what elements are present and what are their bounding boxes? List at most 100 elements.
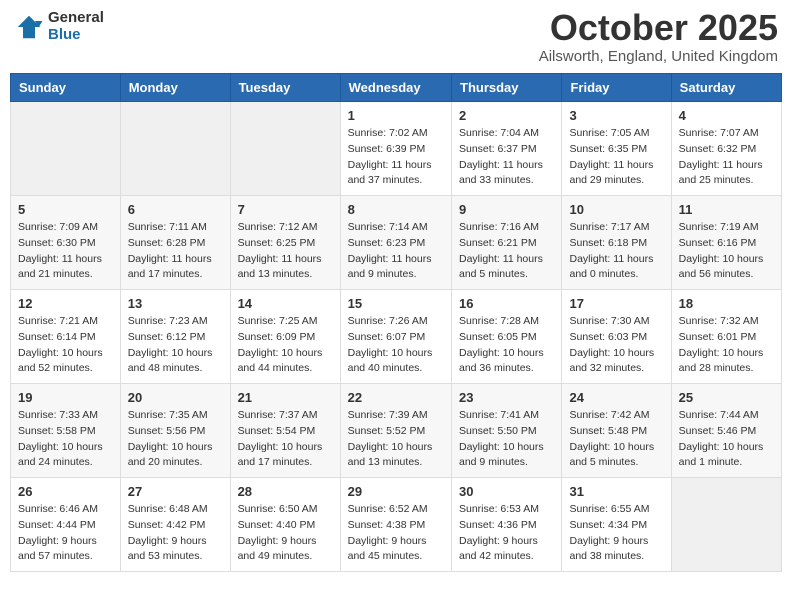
day-info: Sunrise: 7:42 AM Sunset: 5:48 PM Dayligh… xyxy=(569,408,663,471)
day-info: Sunrise: 6:48 AM Sunset: 4:42 PM Dayligh… xyxy=(128,502,223,565)
logo-text: General Blue xyxy=(48,10,104,43)
calendar-cell: 12Sunrise: 7:21 AM Sunset: 6:14 PM Dayli… xyxy=(11,290,121,384)
day-info: Sunrise: 7:32 AM Sunset: 6:01 PM Dayligh… xyxy=(679,314,774,377)
calendar-cell: 30 Sunrise: 6:53 AM Sunset: 4:36 PM Dayli… xyxy=(452,478,562,572)
calendar-cell: 29Sunrise: 6:52 AM Sunset: 4:38 PM Dayli… xyxy=(340,478,451,572)
day-info: Sunrise: 7:12 AM Sunset: 6:25 PM Dayligh… xyxy=(238,220,333,283)
day-info: Sunrise: 7:39 AM Sunset: 5:52 PM Dayligh… xyxy=(348,408,444,471)
calendar-cell: 3 Sunrise: 7:05 AM Sunset: 6:35 PM Daylig… xyxy=(562,102,671,196)
calendar-cell: 8Sunrise: 7:14 AM Sunset: 6:23 PM Daylig… xyxy=(340,196,451,290)
page-header: General Blue October 2025 Ailsworth, Eng… xyxy=(10,10,782,65)
day-number: 13 xyxy=(128,296,223,311)
day-info: Sunrise: 7:26 AM Sunset: 6:07 PM Dayligh… xyxy=(348,314,444,377)
day-info: Sunrise: 7:37 AM Sunset: 5:54 PM Dayligh… xyxy=(238,408,333,471)
day-info: Sunrise: 7:16 AM Sunset: 6:21 PM Dayligh… xyxy=(459,220,554,283)
calendar-header-row: SundayMondayTuesdayWednesdayThursdayFrid… xyxy=(11,74,782,102)
day-number: 11 xyxy=(679,202,774,217)
header-saturday: Saturday xyxy=(671,74,781,102)
calendar-cell: 10Sunrise: 7:17 AM Sunset: 6:18 PM Dayli… xyxy=(562,196,671,290)
day-number: 5 xyxy=(18,202,113,217)
day-info: Sunrise: 7:11 AM Sunset: 6:28 PM Dayligh… xyxy=(128,220,223,283)
day-info: Sunrise: 7:35 AM Sunset: 5:56 PM Dayligh… xyxy=(128,408,223,471)
calendar-cell: 15 Sunrise: 7:26 AM Sunset: 6:07 PM Dayli… xyxy=(340,290,451,384)
day-number: 4 xyxy=(679,108,774,123)
calendar-cell xyxy=(120,102,230,196)
day-number: 15 xyxy=(348,296,444,311)
calendar-cell: 7 Sunrise: 7:12 AM Sunset: 6:25 PM Daylig… xyxy=(230,196,340,290)
day-info: Sunrise: 7:21 AM Sunset: 6:14 PM Dayligh… xyxy=(18,314,113,377)
day-number: 28 xyxy=(238,484,333,499)
day-number: 29 xyxy=(348,484,444,499)
day-number: 7 xyxy=(238,202,333,217)
day-number: 19 xyxy=(18,390,113,405)
day-info: Sunrise: 7:07 AM Sunset: 6:32 PM Dayligh… xyxy=(679,126,774,189)
calendar-cell: 31 Sunrise: 6:55 AM Sunset: 4:34 PM Dayli… xyxy=(562,478,671,572)
calendar-cell xyxy=(11,102,121,196)
day-number: 2 xyxy=(459,108,554,123)
day-info: Sunrise: 7:04 AM Sunset: 6:37 PM Dayligh… xyxy=(459,126,554,189)
calendar-week-4: 26 Sunrise: 6:46 AM Sunset: 4:44 PM Dayli… xyxy=(11,478,782,572)
day-info: Sunrise: 7:28 AM Sunset: 6:05 PM Dayligh… xyxy=(459,314,554,377)
day-number: 6 xyxy=(128,202,223,217)
day-number: 22 xyxy=(348,390,444,405)
logo-general-text: General xyxy=(48,10,104,27)
day-info: Sunrise: 7:09 AM Sunset: 6:30 PM Dayligh… xyxy=(18,220,113,283)
day-number: 30 xyxy=(459,484,554,499)
day-info: Sunrise: 7:44 AM Sunset: 5:46 PM Dayligh… xyxy=(679,408,774,471)
day-info: Sunrise: 7:23 AM Sunset: 6:12 PM Dayligh… xyxy=(128,314,223,377)
header-tuesday: Tuesday xyxy=(230,74,340,102)
day-info: Sunrise: 7:02 AM Sunset: 6:39 PM Dayligh… xyxy=(348,126,444,189)
day-info: Sunrise: 7:25 AM Sunset: 6:09 PM Dayligh… xyxy=(238,314,333,377)
day-number: 3 xyxy=(569,108,663,123)
calendar-cell: 2 Sunrise: 7:04 AM Sunset: 6:37 PM Daylig… xyxy=(452,102,562,196)
calendar-cell: 18Sunrise: 7:32 AM Sunset: 6:01 PM Dayli… xyxy=(671,290,781,384)
location: Ailsworth, England, United Kingdom xyxy=(539,48,778,65)
day-info: Sunrise: 6:55 AM Sunset: 4:34 PM Dayligh… xyxy=(569,502,663,565)
month-title: October 2025 xyxy=(539,10,778,46)
calendar-week-0: 1 Sunrise: 7:02 AM Sunset: 6:39 PM Daylig… xyxy=(11,102,782,196)
day-info: Sunrise: 7:30 AM Sunset: 6:03 PM Dayligh… xyxy=(569,314,663,377)
header-sunday: Sunday xyxy=(11,74,121,102)
calendar-week-1: 5 Sunrise: 7:09 AM Sunset: 6:30 PM Daylig… xyxy=(11,196,782,290)
calendar-cell: 17 Sunrise: 7:30 AM Sunset: 6:03 PM Dayli… xyxy=(562,290,671,384)
day-number: 9 xyxy=(459,202,554,217)
title-section: October 2025 Ailsworth, England, United … xyxy=(539,10,778,65)
calendar-cell xyxy=(230,102,340,196)
day-number: 25 xyxy=(679,390,774,405)
day-number: 27 xyxy=(128,484,223,499)
day-number: 24 xyxy=(569,390,663,405)
calendar-cell xyxy=(671,478,781,572)
day-info: Sunrise: 6:53 AM Sunset: 4:36 PM Dayligh… xyxy=(459,502,554,565)
calendar-cell: 1 Sunrise: 7:02 AM Sunset: 6:39 PM Daylig… xyxy=(340,102,451,196)
calendar-cell: 24 Sunrise: 7:42 AM Sunset: 5:48 PM Dayli… xyxy=(562,384,671,478)
day-info: Sunrise: 6:46 AM Sunset: 4:44 PM Dayligh… xyxy=(18,502,113,565)
day-number: 14 xyxy=(238,296,333,311)
day-number: 26 xyxy=(18,484,113,499)
day-number: 1 xyxy=(348,108,444,123)
calendar-cell: 11 Sunrise: 7:19 AM Sunset: 6:16 PM Dayli… xyxy=(671,196,781,290)
day-number: 17 xyxy=(569,296,663,311)
day-info: Sunrise: 7:19 AM Sunset: 6:16 PM Dayligh… xyxy=(679,220,774,283)
header-monday: Monday xyxy=(120,74,230,102)
day-number: 23 xyxy=(459,390,554,405)
calendar-cell: 22 Sunrise: 7:39 AM Sunset: 5:52 PM Dayli… xyxy=(340,384,451,478)
day-info: Sunrise: 7:05 AM Sunset: 6:35 PM Dayligh… xyxy=(569,126,663,189)
calendar-cell: 5 Sunrise: 7:09 AM Sunset: 6:30 PM Daylig… xyxy=(11,196,121,290)
header-wednesday: Wednesday xyxy=(340,74,451,102)
day-number: 31 xyxy=(569,484,663,499)
day-number: 16 xyxy=(459,296,554,311)
calendar-cell: 14 Sunrise: 7:25 AM Sunset: 6:09 PM Dayli… xyxy=(230,290,340,384)
calendar-cell: 4 Sunrise: 7:07 AM Sunset: 6:32 PM Daylig… xyxy=(671,102,781,196)
calendar-cell: 13 Sunrise: 7:23 AM Sunset: 6:12 PM Dayli… xyxy=(120,290,230,384)
day-number: 21 xyxy=(238,390,333,405)
day-number: 20 xyxy=(128,390,223,405)
calendar-cell: 19 Sunrise: 7:33 AM Sunset: 5:58 PM Dayli… xyxy=(11,384,121,478)
day-number: 10 xyxy=(569,202,663,217)
calendar-table: SundayMondayTuesdayWednesdayThursdayFrid… xyxy=(10,73,782,572)
calendar-cell: 20 Sunrise: 7:35 AM Sunset: 5:56 PM Dayli… xyxy=(120,384,230,478)
calendar-cell: 16 Sunrise: 7:28 AM Sunset: 6:05 PM Dayli… xyxy=(452,290,562,384)
calendar-cell: 9 Sunrise: 7:16 AM Sunset: 6:21 PM Daylig… xyxy=(452,196,562,290)
header-friday: Friday xyxy=(562,74,671,102)
calendar-cell: 26 Sunrise: 6:46 AM Sunset: 4:44 PM Dayli… xyxy=(11,478,121,572)
day-info: Sunrise: 7:33 AM Sunset: 5:58 PM Dayligh… xyxy=(18,408,113,471)
